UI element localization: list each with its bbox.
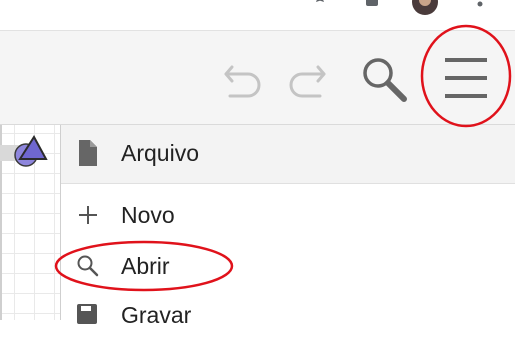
browser-chrome <box>0 0 515 30</box>
menu-item-novo[interactable]: Novo <box>61 191 515 241</box>
save-icon <box>77 304 97 324</box>
menu-item-gravar[interactable]: Gravar <box>61 291 515 341</box>
file-icon <box>79 140 97 166</box>
undo-icon[interactable] <box>222 57 266 101</box>
search-icon <box>77 255 99 277</box>
menu-item-abrir[interactable]: Abrir <box>61 241 515 291</box>
redo-icon[interactable] <box>284 57 328 101</box>
menu-header-arquivo[interactable]: Arquivo <box>61 125 515 184</box>
menu-item-label: Novo <box>121 202 175 228</box>
menu-header-label: Arquivo <box>121 140 199 166</box>
search-icon[interactable] <box>360 55 408 105</box>
avatar[interactable] <box>410 0 440 22</box>
hamburger-menu-icon[interactable] <box>443 53 491 103</box>
star-icon[interactable] <box>310 0 330 16</box>
app-toolbar <box>0 31 515 125</box>
geometry-tools-icon[interactable] <box>0 133 52 173</box>
menu-item-label: Gravar <box>121 302 192 328</box>
menu-item-label: Abrir <box>121 253 170 279</box>
extension-icon[interactable] <box>362 0 382 16</box>
main-menu-panel: Arquivo Novo Abrir Gravar <box>61 125 515 327</box>
more-vert-icon[interactable] <box>475 0 485 16</box>
plus-icon <box>79 206 97 224</box>
